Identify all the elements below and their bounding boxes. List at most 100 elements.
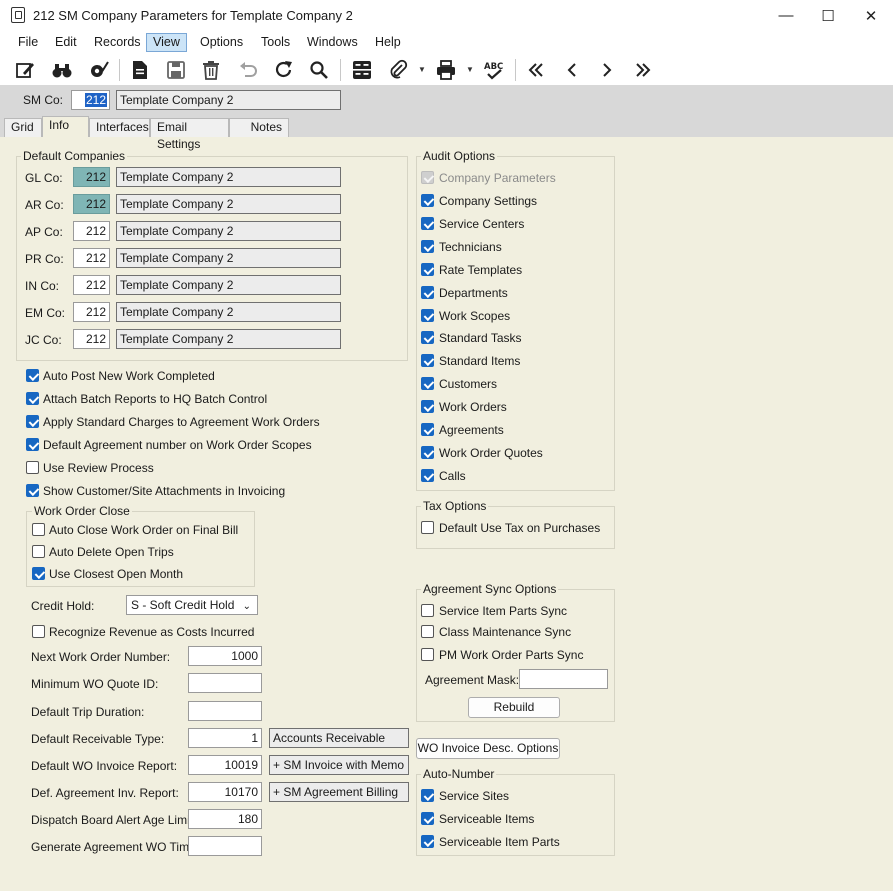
menu-options[interactable]: Options bbox=[193, 33, 250, 52]
min-wo-quote-input[interactable] bbox=[188, 673, 262, 693]
credit-hold-select[interactable]: S - Soft Credit Hold ⌄ bbox=[126, 595, 258, 615]
audit-service-centers-checkbox[interactable] bbox=[421, 217, 434, 230]
refresh-icon[interactable] bbox=[271, 57, 297, 83]
default-receivable-type-desc: Accounts Receivable bbox=[269, 728, 409, 748]
grid-view-icon[interactable] bbox=[349, 57, 375, 83]
audit-standard-items-checkbox[interactable] bbox=[421, 354, 434, 367]
audit-work-order-quotes-label: Work Order Quotes bbox=[439, 446, 543, 460]
previous-record-icon[interactable] bbox=[559, 57, 585, 83]
menu-windows[interactable]: Windows bbox=[300, 33, 365, 52]
menu-edit[interactable]: Edit bbox=[48, 33, 84, 52]
last-record-icon[interactable] bbox=[630, 57, 656, 83]
pm-wo-parts-sync-checkbox[interactable] bbox=[421, 648, 434, 661]
default-use-tax-checkbox[interactable] bbox=[421, 521, 434, 534]
audit-standard-tasks-checkbox[interactable] bbox=[421, 331, 434, 344]
attachment-icon[interactable] bbox=[385, 57, 411, 83]
maximize-button[interactable]: ☐ bbox=[805, 0, 851, 31]
agreement-inv-report-input[interactable]: 10170 bbox=[188, 782, 262, 802]
gl-co-input[interactable]: 212 bbox=[73, 167, 110, 187]
generate-agreement-wo-time-input[interactable] bbox=[188, 836, 262, 856]
menu-records[interactable]: Records bbox=[87, 33, 148, 52]
agreement-inv-report-desc: + SM Agreement Billing bbox=[269, 782, 409, 802]
service-item-parts-sync-label: Service Item Parts Sync bbox=[439, 604, 568, 618]
credit-hold-label: Credit Hold: bbox=[31, 599, 95, 613]
tab-grid[interactable]: Grid bbox=[4, 118, 42, 137]
minimize-button[interactable]: — bbox=[763, 0, 809, 31]
auto-number-service-sites-label: Service Sites bbox=[439, 789, 510, 803]
pr-co-label: PR Co: bbox=[25, 252, 64, 266]
menu-tools[interactable]: Tools bbox=[254, 33, 297, 52]
auto-number-service-sites-checkbox[interactable] bbox=[421, 789, 434, 802]
auto-number-serviceable-items-checkbox[interactable] bbox=[421, 812, 434, 825]
default-trip-duration-input[interactable] bbox=[188, 701, 262, 721]
em-co-input[interactable]: 212 bbox=[73, 302, 110, 322]
audit-customers-checkbox[interactable] bbox=[421, 377, 434, 390]
close-button[interactable]: ✕ bbox=[848, 0, 893, 31]
menu-help[interactable]: Help bbox=[368, 33, 408, 52]
dispatch-alert-age-input[interactable]: 180 bbox=[188, 809, 262, 829]
gl-co-name: Template Company 2 bbox=[116, 167, 341, 187]
show-attachments-checkbox[interactable] bbox=[26, 484, 39, 497]
tab-info[interactable]: Info bbox=[42, 116, 89, 137]
auto-delete-trips-checkbox[interactable] bbox=[32, 545, 45, 558]
audit-service-centers-label: Service Centers bbox=[439, 217, 525, 231]
auto-post-checkbox[interactable] bbox=[26, 369, 39, 382]
audit-agreements-checkbox[interactable] bbox=[421, 423, 434, 436]
default-agreement-number-checkbox[interactable] bbox=[26, 438, 39, 451]
use-closest-month-checkbox[interactable] bbox=[32, 567, 45, 580]
attachment-dropdown-icon[interactable]: ▼ bbox=[418, 65, 426, 74]
default-agreement-number-label: Default Agreement number on Work Order S… bbox=[43, 438, 312, 452]
audit-company-settings-checkbox[interactable] bbox=[421, 194, 434, 207]
default-wo-invoice-report-input[interactable]: 10019 bbox=[188, 755, 262, 775]
apply-standard-charges-checkbox[interactable] bbox=[26, 415, 39, 428]
rebuild-button[interactable]: Rebuild bbox=[468, 697, 560, 718]
audit-calls-checkbox[interactable] bbox=[421, 469, 434, 482]
edit-record-icon[interactable] bbox=[12, 57, 38, 83]
binoculars-icon[interactable] bbox=[49, 57, 75, 83]
new-document-icon[interactable] bbox=[127, 57, 153, 83]
agreement-mask-input[interactable] bbox=[519, 669, 608, 689]
default-companies-title: Default Companies bbox=[21, 149, 128, 163]
first-record-icon[interactable] bbox=[523, 57, 549, 83]
pr-co-input[interactable]: 212 bbox=[73, 248, 110, 268]
use-review-process-checkbox[interactable] bbox=[26, 461, 39, 474]
wo-invoice-desc-options-button[interactable]: WO Invoice Desc. Options bbox=[416, 738, 560, 759]
audit-standard-tasks-label: Standard Tasks bbox=[439, 331, 522, 345]
default-receivable-type-input[interactable]: 1 bbox=[188, 728, 262, 748]
class-maintenance-sync-checkbox[interactable] bbox=[421, 625, 434, 638]
print-icon[interactable] bbox=[433, 57, 459, 83]
in-co-input[interactable]: 212 bbox=[73, 275, 110, 295]
gear-check-icon[interactable] bbox=[85, 57, 111, 83]
audit-work-scopes-checkbox[interactable] bbox=[421, 309, 434, 322]
ar-co-label: AR Co: bbox=[25, 198, 64, 212]
audit-options-title: Audit Options bbox=[421, 149, 498, 163]
next-wo-number-input[interactable]: 1000 bbox=[188, 646, 262, 666]
sm-co-input[interactable]: 212 bbox=[71, 90, 110, 110]
save-icon[interactable] bbox=[163, 57, 189, 83]
tab-email-settings[interactable]: Email Settings bbox=[150, 118, 229, 151]
audit-rate-templates-checkbox[interactable] bbox=[421, 263, 434, 276]
recognize-revenue-checkbox[interactable] bbox=[32, 625, 45, 638]
audit-technicians-checkbox[interactable] bbox=[421, 240, 434, 253]
audit-departments-checkbox[interactable] bbox=[421, 286, 434, 299]
ap-co-input[interactable]: 212 bbox=[73, 221, 110, 241]
auto-number-serviceable-item-parts-checkbox[interactable] bbox=[421, 835, 434, 848]
print-dropdown-icon[interactable]: ▼ bbox=[466, 65, 474, 74]
audit-work-order-quotes-checkbox[interactable] bbox=[421, 446, 434, 459]
tab-interfaces[interactable]: Interfaces bbox=[89, 118, 150, 137]
undo-icon[interactable] bbox=[235, 57, 261, 83]
next-record-icon[interactable] bbox=[594, 57, 620, 83]
ar-co-input[interactable]: 212 bbox=[73, 194, 110, 214]
audit-work-orders-checkbox[interactable] bbox=[421, 400, 434, 413]
jc-co-input[interactable]: 212 bbox=[73, 329, 110, 349]
search-icon[interactable] bbox=[306, 57, 332, 83]
service-item-parts-sync-checkbox[interactable] bbox=[421, 604, 434, 617]
auto-close-wo-checkbox[interactable] bbox=[32, 523, 45, 536]
menu-view[interactable]: View bbox=[146, 33, 187, 52]
spell-check-icon[interactable]: ABC bbox=[481, 57, 507, 83]
delete-icon[interactable] bbox=[198, 57, 224, 83]
sm-co-name: Template Company 2 bbox=[116, 90, 341, 110]
tab-notes[interactable]: Notes bbox=[229, 118, 289, 137]
attach-batch-checkbox[interactable] bbox=[26, 392, 39, 405]
menu-file[interactable]: File bbox=[11, 33, 45, 52]
